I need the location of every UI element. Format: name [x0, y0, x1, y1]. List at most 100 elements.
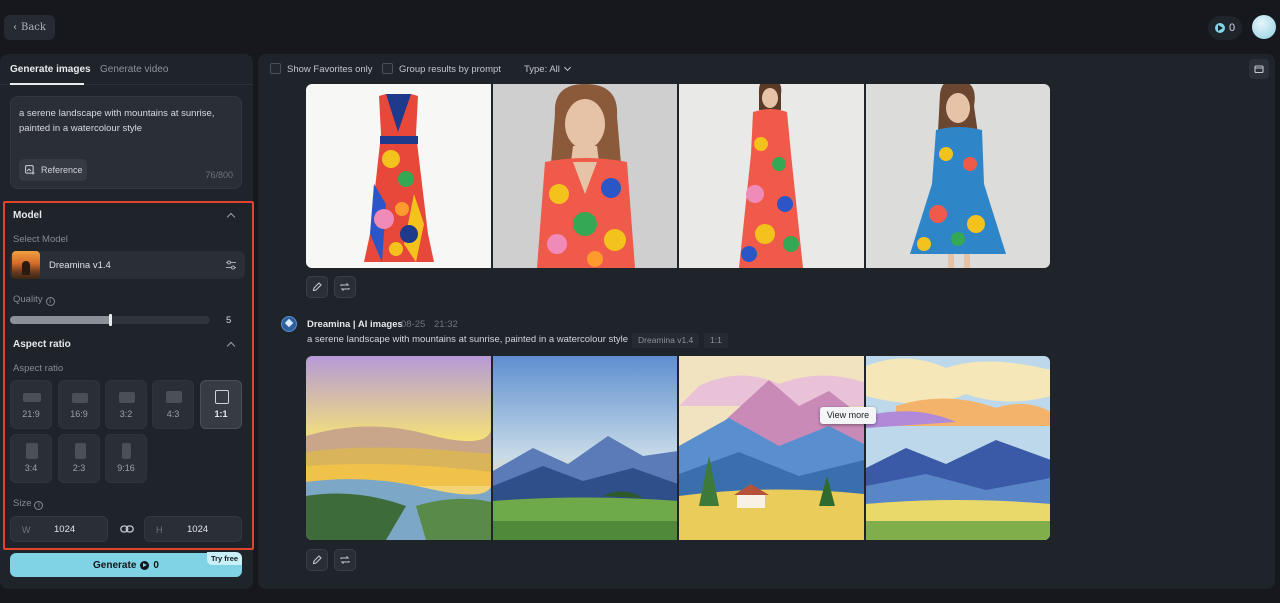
result-image-row: [306, 84, 1050, 268]
folder-button[interactable]: [1249, 59, 1269, 79]
ratio-option-21-9[interactable]: 21:9: [10, 380, 52, 429]
ratio-shape: [72, 393, 88, 403]
result-image-landscape-3[interactable]: [679, 356, 864, 540]
favorites-checkbox[interactable]: [270, 63, 281, 74]
edit-button[interactable]: [306, 276, 328, 298]
ratio-label: 3:2: [119, 409, 133, 419]
type-filter-dropdown[interactable]: Type: All: [524, 63, 571, 75]
try-free-badge: Try free: [207, 552, 242, 565]
quality-slider-handle[interactable]: [109, 314, 112, 326]
size-label: Size i: [13, 498, 44, 510]
ratio-shape: [166, 391, 182, 403]
select-model-label: Select Model: [13, 234, 68, 245]
ratio-shape: [23, 393, 41, 402]
result-image-dress-model-3[interactable]: [865, 84, 1050, 268]
ratio-label: 21:9: [22, 409, 40, 419]
size-label-text: Size: [13, 498, 32, 509]
result-image-landscape-2[interactable]: [492, 356, 677, 540]
chevron-up-icon[interactable]: [226, 341, 236, 351]
quality-label: Quality i: [13, 294, 55, 306]
width-prefix: W: [22, 525, 31, 535]
generation-time: 21:32: [434, 319, 458, 330]
view-more-tooltip[interactable]: View more: [820, 407, 876, 424]
result-image-dress-product[interactable]: [306, 84, 491, 268]
ratio-option-16-9[interactable]: 16:9: [58, 380, 100, 429]
quality-label-text: Quality: [13, 294, 43, 305]
prompt-text[interactable]: a serene landscape with mountains at sun…: [19, 106, 234, 136]
ratio-shape: [215, 390, 229, 404]
pencil-icon: [312, 555, 322, 565]
tab-generate-images[interactable]: Generate images: [10, 64, 91, 75]
repeat-icon: [340, 283, 350, 291]
info-icon[interactable]: i: [45, 297, 55, 306]
credit-coin-icon: [1214, 23, 1225, 33]
credits-count: 0: [1228, 22, 1236, 34]
top-bar: ‹ Back 0: [0, 0, 1280, 54]
link-icon[interactable]: [120, 523, 134, 535]
aspect-ratio-label: Aspect ratio: [13, 363, 64, 374]
model-chip: Dreamina v1.4: [632, 333, 700, 348]
quality-slider-fill: [10, 316, 110, 324]
ratio-label: 3:4: [24, 463, 38, 473]
reference-label: Reference: [41, 165, 83, 175]
ratio-option-3-4[interactable]: 3:4: [10, 434, 52, 483]
credit-coin-icon: [140, 560, 150, 570]
prompt-input[interactable]: a serene landscape with mountains at sun…: [10, 96, 242, 189]
ratio-shape: [119, 392, 135, 403]
sliders-icon[interactable]: [225, 259, 237, 271]
width-field[interactable]: W 1024: [10, 516, 108, 542]
ratio-option-9-16[interactable]: 9:16: [105, 434, 147, 483]
ratio-option-3-2[interactable]: 3:2: [105, 380, 147, 429]
type-filter-label: Type: All: [524, 64, 560, 75]
ratio-option-1-1[interactable]: 1:1: [200, 380, 242, 429]
result-image-row: [306, 356, 1050, 540]
quality-slider[interactable]: [10, 314, 210, 326]
user-avatar[interactable]: [1252, 15, 1276, 39]
char-count: 76/800: [205, 170, 233, 180]
active-tab-indicator: [10, 83, 84, 85]
ratio-chip: 1:1: [704, 333, 728, 348]
generate-cost: 0: [153, 559, 159, 571]
result-image-dress-model-1[interactable]: [492, 84, 677, 268]
back-label: Back: [21, 22, 46, 33]
dreamina-logo-icon: [281, 316, 297, 332]
ratio-label: 1:1: [214, 409, 228, 419]
height-field[interactable]: H 1024: [144, 516, 242, 542]
model-thumbnail: [12, 251, 40, 279]
info-icon[interactable]: i: [34, 501, 44, 510]
result-image-dress-model-2[interactable]: [679, 84, 864, 268]
ratio-label: 16:9: [70, 409, 88, 419]
ratio-option-4-3[interactable]: 4:3: [152, 380, 194, 429]
model-section-title: Model: [13, 210, 42, 221]
mode-tabs: Generate images Generate video: [0, 54, 253, 85]
credits-badge[interactable]: 0: [1208, 16, 1242, 40]
filter-bar: Show Favorites only Group results by pro…: [258, 54, 1275, 84]
chevron-up-icon[interactable]: [226, 212, 236, 222]
favorites-label[interactable]: Show Favorites only: [287, 64, 373, 75]
generation-prompt: a serene landscape with mountains at sun…: [307, 334, 629, 345]
quality-value: 5: [226, 315, 232, 326]
settings-panel: Generate images Generate video a serene …: [0, 54, 254, 589]
model-settings-highlight: Model Select Model Dreamina v1.4 Quality…: [3, 201, 254, 550]
height-value[interactable]: 1024: [187, 524, 208, 535]
ratio-label: 2:3: [72, 463, 86, 473]
back-button[interactable]: ‹ Back: [4, 15, 55, 40]
edit-button[interactable]: [306, 549, 328, 571]
group-checkbox[interactable]: [382, 63, 393, 74]
result-image-landscape-4[interactable]: [865, 356, 1050, 540]
reference-button[interactable]: Reference: [19, 159, 87, 181]
regenerate-button[interactable]: [334, 276, 356, 298]
ratio-shape: [122, 443, 131, 459]
pencil-icon: [312, 282, 322, 292]
height-prefix: H: [156, 525, 163, 535]
repeat-icon: [340, 556, 350, 564]
model-name: Dreamina v1.4: [49, 260, 111, 271]
tab-generate-video[interactable]: Generate video: [100, 64, 168, 75]
ratio-option-2-3[interactable]: 2:3: [58, 434, 100, 483]
group-label[interactable]: Group results by prompt: [399, 64, 501, 75]
model-selector[interactable]: Dreamina v1.4: [10, 251, 245, 279]
width-value[interactable]: 1024: [54, 524, 75, 535]
result-image-landscape-1[interactable]: [306, 356, 491, 540]
chevron-down-icon: [563, 63, 571, 72]
regenerate-button[interactable]: [334, 549, 356, 571]
